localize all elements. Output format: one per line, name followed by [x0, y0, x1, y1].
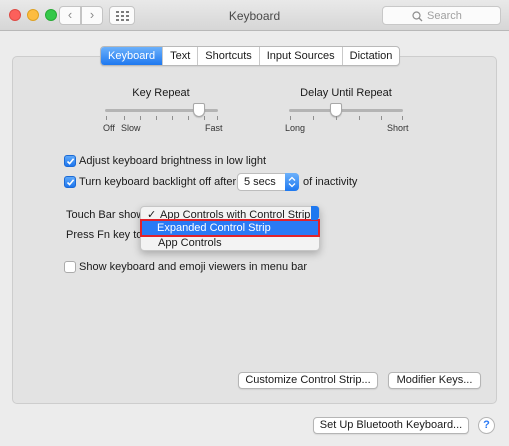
delay-repeat-knob[interactable] [330, 103, 342, 117]
bluetooth-keyboard-button[interactable]: Set Up Bluetooth Keyboard... [313, 417, 469, 434]
help-button[interactable]: ? [478, 417, 495, 434]
checkmark-icon: ✓ [147, 209, 157, 221]
show-viewers-label: Show keyboard and emoji viewers in menu … [79, 261, 308, 273]
backlight-timeout-value: 5 secs [244, 176, 276, 188]
backlight-off-label: Turn keyboard backlight off after [79, 176, 237, 188]
popup-arrows-icon [285, 173, 299, 191]
menu-item-expanded-control-strip[interactable]: Expanded Control Strip [140, 219, 320, 237]
fn-key-label: Press Fn key to [66, 229, 143, 241]
delay-repeat-tick [402, 116, 403, 120]
delay-repeat-tick [336, 116, 337, 120]
key-repeat-tick [188, 116, 189, 120]
delay-repeat-short-label: Short [387, 123, 409, 133]
key-repeat-tick [217, 116, 218, 120]
delay-repeat-tick [381, 116, 382, 120]
key-repeat-slow-label: Slow [121, 123, 141, 133]
key-repeat-tick [156, 116, 157, 120]
touch-bar-shows-label: Touch Bar shows [66, 209, 150, 221]
tab-text[interactable]: Text [163, 47, 199, 65]
delay-repeat-tick [290, 116, 291, 120]
key-repeat-knob[interactable] [193, 103, 205, 117]
search-field[interactable]: Search [382, 6, 501, 25]
menu-popup-indicator [311, 206, 319, 220]
menu-item-app-controls[interactable]: App Controls [143, 236, 317, 250]
customize-control-strip-button[interactable]: Customize Control Strip... [238, 372, 378, 389]
key-repeat-tick [106, 116, 107, 120]
tab-shortcuts[interactable]: Shortcuts [198, 47, 260, 65]
modifier-keys-button[interactable]: Modifier Keys... [388, 372, 481, 389]
search-icon [412, 11, 423, 22]
tab-input-sources[interactable]: Input Sources [260, 47, 343, 65]
tab-dictation[interactable]: Dictation [343, 47, 400, 65]
key-repeat-off-label: Off [103, 123, 115, 133]
delay-repeat-tick [359, 116, 360, 120]
inactivity-label: of inactivity [303, 176, 358, 188]
adjust-brightness-label: Adjust keyboard brightness in low light [79, 155, 267, 167]
checkmark-icon [66, 158, 75, 165]
title-bar: ‹ › Keyboard Search [0, 0, 509, 31]
touch-bar-menu: ✓ App Controls with Control Strip Expand… [140, 206, 320, 251]
checkmark-icon [66, 179, 75, 186]
backlight-off-checkbox[interactable] [64, 176, 76, 188]
delay-repeat-long-label: Long [285, 123, 306, 133]
key-repeat-tick [204, 116, 205, 120]
key-repeat-fast-label: Fast [205, 123, 223, 133]
adjust-brightness-checkbox[interactable] [64, 155, 76, 167]
delay-repeat-slider[interactable] [289, 109, 403, 112]
tab-keyboard[interactable]: Keyboard [101, 47, 164, 65]
menu-item-app-controls-strip[interactable]: ✓ App Controls with Control Strip [145, 208, 319, 222]
show-viewers-checkbox[interactable] [64, 261, 76, 273]
backlight-timeout-popup[interactable]: 5 secs [237, 173, 299, 191]
menu-item-label: App Controls with Control Strip [160, 209, 311, 221]
tab-bar: Keyboard Text Shortcuts Input Sources Di… [100, 46, 401, 66]
delay-repeat-title: Delay Until Repeat [300, 87, 392, 99]
key-repeat-title: Key Repeat [132, 87, 190, 99]
delay-repeat-tick [313, 116, 314, 120]
key-repeat-tick [172, 116, 173, 120]
search-placeholder: Search [427, 10, 462, 22]
key-repeat-tick [140, 116, 141, 120]
key-repeat-tick [124, 116, 125, 120]
